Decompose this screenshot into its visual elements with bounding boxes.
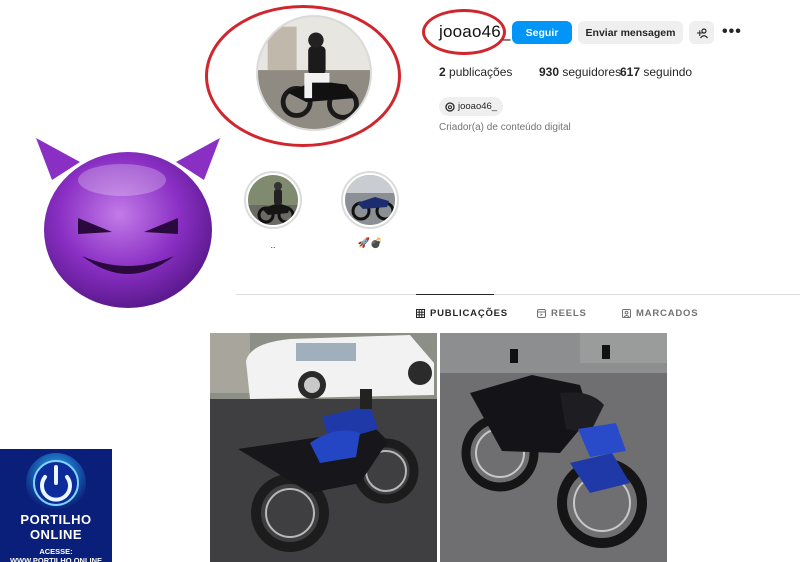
tagged-icon bbox=[622, 309, 631, 318]
tab-reels[interactable]: REELS bbox=[537, 308, 587, 319]
highlight-photo-1 bbox=[248, 175, 298, 225]
following-count[interactable]: 617 seguindo bbox=[620, 65, 692, 79]
following-count-label: seguindo bbox=[643, 65, 693, 79]
add-user-button[interactable]: + bbox=[689, 21, 714, 44]
active-tab-indicator bbox=[416, 294, 494, 295]
tab-reels-label: REELS bbox=[551, 308, 587, 319]
post-thumbnail-1[interactable] bbox=[210, 333, 437, 562]
tab-posts-label: PUBLICAÇÕES bbox=[430, 308, 508, 319]
logo-text-portilho: PORTILHO bbox=[20, 512, 92, 527]
highlight-label-2: 🚀💣 bbox=[357, 238, 383, 249]
threads-icon bbox=[445, 101, 455, 112]
story-highlight-2[interactable] bbox=[341, 171, 399, 229]
power-button-icon bbox=[0, 449, 112, 562]
post-photo-2 bbox=[440, 333, 667, 562]
threads-link[interactable]: jooao46_ bbox=[439, 97, 504, 116]
tab-tagged-label: MARCADOS bbox=[636, 308, 699, 319]
posts-count-value: 2 bbox=[439, 65, 446, 79]
highlight-label-1: .. bbox=[270, 240, 276, 250]
threads-handle: jooao46_ bbox=[458, 101, 498, 112]
reels-icon bbox=[537, 309, 546, 318]
send-message-button[interactable]: Enviar mensagem bbox=[578, 21, 683, 44]
followers-count-value: 930 bbox=[539, 65, 560, 79]
logo-text-url: ACESSE: WWW.PORTILHO.ONLINE bbox=[9, 547, 103, 562]
posts-count: 2 publicações bbox=[439, 65, 512, 79]
tab-tagged[interactable]: MARCADOS bbox=[622, 308, 698, 319]
red-annotation-circle-username bbox=[422, 9, 506, 55]
followers-count[interactable]: 930 seguidores bbox=[539, 65, 621, 79]
highlight-photo-2 bbox=[345, 175, 395, 225]
more-options-icon[interactable]: ••• bbox=[722, 23, 742, 41]
followers-count-label: seguidores bbox=[562, 65, 622, 79]
profile-category: Criador(a) de conteúdo digital bbox=[439, 122, 571, 133]
add-user-icon: + bbox=[696, 27, 708, 39]
tab-posts[interactable]: PUBLICAÇÕES bbox=[416, 308, 508, 319]
logo-text-online: ONLINE bbox=[29, 527, 83, 542]
story-highlight-1[interactable] bbox=[244, 171, 302, 229]
red-annotation-circle-avatar bbox=[205, 5, 401, 147]
tabs-divider bbox=[236, 294, 800, 295]
follow-button[interactable]: Seguir bbox=[512, 21, 572, 44]
grid-icon bbox=[416, 309, 425, 318]
posts-count-label: publicações bbox=[449, 65, 513, 79]
post-thumbnail-2[interactable] bbox=[440, 333, 667, 562]
post-photo-1 bbox=[210, 333, 437, 562]
following-count-value: 617 bbox=[620, 65, 641, 79]
portilho-online-logo bbox=[0, 449, 112, 562]
smiling-devil-emoji bbox=[36, 138, 220, 308]
